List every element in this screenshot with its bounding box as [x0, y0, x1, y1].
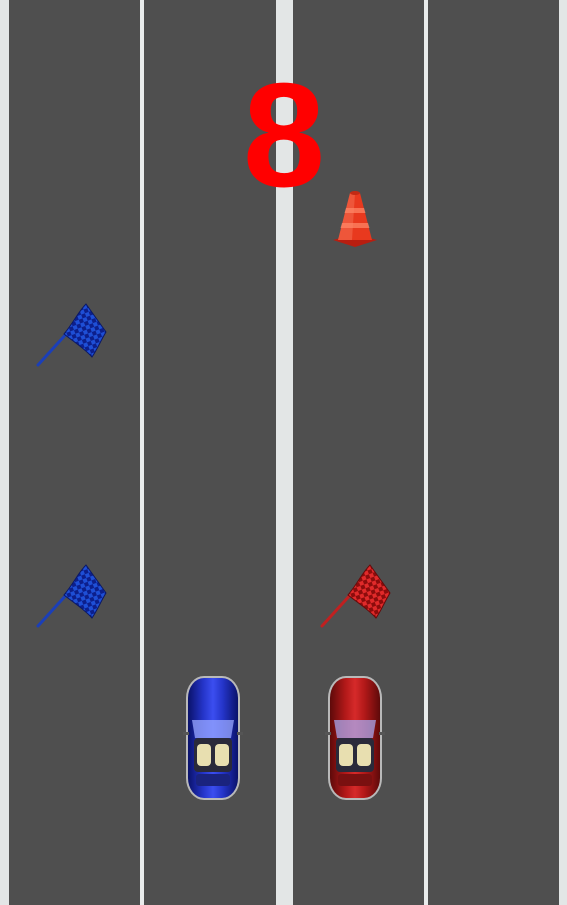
- blue-player-car[interactable]: [182, 674, 244, 802]
- left-lane-divider: [140, 0, 144, 905]
- blue-checkered-flag-icon: [34, 563, 110, 629]
- traffic-cone-icon: [330, 190, 380, 248]
- red-player-car[interactable]: [324, 674, 386, 802]
- score-counter: 8: [242, 53, 326, 218]
- game-stage[interactable]: 8: [0, 0, 567, 905]
- right-lane-divider: [424, 0, 428, 905]
- blue-checkered-flag-icon: [34, 302, 110, 368]
- red-checkered-flag-icon: [318, 563, 394, 629]
